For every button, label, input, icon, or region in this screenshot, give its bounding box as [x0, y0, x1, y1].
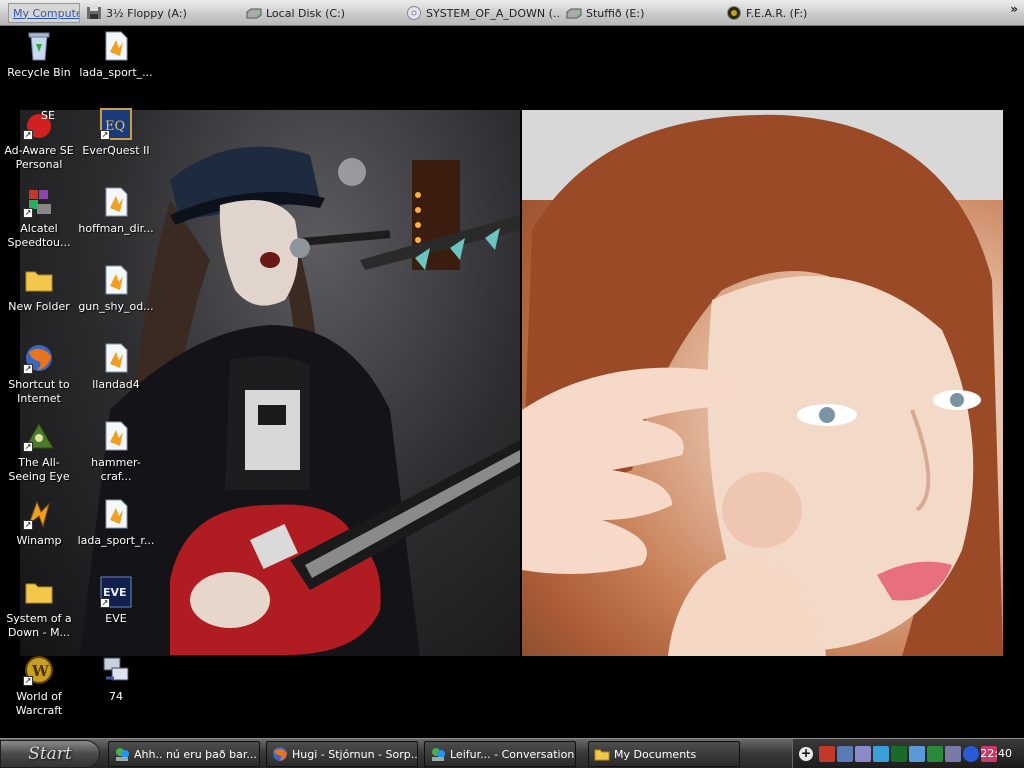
desktop-icon-system-of-a-down[interactable]: System of a Down - M... [0, 576, 78, 640]
recycle-bin-icon [23, 30, 55, 62]
shortcut-arrow-icon: ↗ [23, 130, 33, 140]
speedtouch-icon[interactable] [909, 746, 925, 762]
desktop-icon-hoffman[interactable]: hoffman_dir... [77, 186, 155, 236]
desktop-icon-recycle-bin[interactable]: Recycle Bin [0, 30, 78, 80]
media-file-icon [100, 186, 132, 218]
firefox-icon: ↗ [23, 342, 55, 374]
task-label: Hugi - Stjórnun - Sorp... [292, 747, 418, 761]
clock[interactable]: 22:40 [980, 747, 1012, 760]
shortcut-arrow-icon: ↗ [23, 442, 33, 452]
task-label: My Documents [614, 747, 697, 761]
tray-expand-button[interactable]: + [799, 747, 813, 761]
volume-icon[interactable] [855, 746, 871, 762]
taskbar-button-msn-1[interactable]: Ahh.. nú eru það bar... [108, 741, 260, 767]
folder-icon [23, 576, 55, 608]
warcraft-icon: W ↗ [23, 654, 55, 686]
taskbar-button-firefox[interactable]: Hugi - Stjórnun - Sorp... [266, 741, 418, 767]
drive-item-label: F.E.A.R. (F:) [746, 6, 808, 20]
drive-item-label: SYSTEM_OF_A_DOWN (... [426, 6, 561, 20]
media-file-icon [100, 420, 132, 452]
drive-item-label: 3½ Floppy (A:) [106, 6, 187, 20]
winamp-icon: ↗ [23, 498, 55, 530]
desktop-icon-world-of-warcraft[interactable]: W ↗ World of Warcraft [0, 654, 78, 718]
wallpaper-right-photo [522, 110, 1003, 656]
taskbar-button-my-documents[interactable]: My Documents [588, 741, 740, 767]
drive-item-cd[interactable]: SYSTEM_OF_A_DOWN (... [406, 3, 561, 23]
ad-aware-icon: SE ↗ [23, 108, 55, 140]
msn-icon [430, 746, 446, 762]
shortcut-arrow-icon: ↗ [23, 364, 33, 374]
drive-toolbar: My Computer 3½ Floppy (A:) Local Disk (C… [0, 0, 1024, 26]
folder-icon [23, 264, 55, 296]
svg-text:SE: SE [41, 109, 55, 122]
desktop-icon-new-folder[interactable]: New Folder [0, 264, 78, 314]
drive-item-stuffid[interactable]: Stuffið (E:) [566, 3, 716, 23]
folder-icon [594, 746, 610, 762]
shortcut-arrow-icon: ↗ [23, 520, 33, 530]
system-tray: + 22:40 [792, 739, 1024, 768]
security-icon[interactable] [927, 746, 943, 762]
hard-disk-icon [246, 6, 262, 20]
desktop-icon-hammer-craft[interactable]: hammer-craf... [77, 420, 155, 484]
msn-icon [114, 746, 130, 762]
network-icon[interactable] [837, 746, 853, 762]
svg-text:W: W [31, 662, 50, 680]
everquest-icon: EQ ↗ [100, 108, 132, 140]
more-drives-chevron-icon[interactable]: » [1010, 2, 1018, 16]
tool-icon[interactable] [945, 746, 961, 762]
taskbar-button-conversation[interactable]: Leifur... - Conversation [424, 741, 576, 767]
desktop-icon-74[interactable]: 74 [77, 654, 155, 704]
desktop-icon-everquest[interactable]: EQ ↗ EverQuest II [77, 108, 155, 158]
media-file-icon [100, 264, 132, 296]
desktop-icon-lada-sport-2[interactable]: lada_sport_r... [77, 498, 155, 548]
all-seeing-eye-icon: ↗ [23, 420, 55, 452]
fear-disc-icon [726, 6, 742, 20]
start-button[interactable]: Start [0, 740, 100, 768]
alcatel-icon: ↗ [23, 186, 55, 218]
firefox-icon [272, 746, 288, 762]
drive-item-label: My Computer [13, 6, 80, 20]
msn-tray-icon[interactable] [873, 746, 889, 762]
media-file-icon [100, 342, 132, 374]
drive-item-local-disk[interactable]: Local Disk (C:) [246, 3, 396, 23]
cd-icon [406, 6, 422, 20]
shortcut-arrow-icon: ↗ [100, 130, 110, 140]
shortcut-arrow-icon: ↗ [100, 598, 110, 608]
task-label: Ahh.. nú eru það bar... [134, 747, 257, 761]
desktop-icon-winamp[interactable]: ↗ Winamp [0, 498, 78, 548]
task-label: Leifur... - Conversation [450, 747, 575, 761]
desktop-icon-llandad4[interactable]: llandad4 [77, 342, 155, 392]
desktop-icon-alcatel[interactable]: ↗ Alcatel Speedtou... [0, 186, 78, 250]
media-file-icon [100, 30, 132, 62]
info-icon[interactable] [963, 746, 979, 762]
eve-icon: EVE ↗ [100, 576, 132, 608]
ati-icon[interactable] [819, 746, 835, 762]
drive-item-fear[interactable]: F.E.A.R. (F:) [726, 3, 876, 23]
drive-item-my-computer[interactable]: My Computer [8, 3, 80, 23]
hard-disk-icon [566, 6, 582, 20]
desktop-icon-lada-sport-1[interactable]: lada_sport_... [77, 30, 155, 80]
drive-item-floppy[interactable]: 3½ Floppy (A:) [86, 3, 236, 23]
drive-item-label: Local Disk (C:) [266, 6, 346, 20]
network-app-icon [100, 654, 132, 686]
desktop-icon-shortcut-to-internet[interactable]: ↗ Shortcut to Internet [0, 342, 78, 406]
wallpaper-right-illustration [522, 110, 1003, 656]
monitor-icon[interactable] [891, 746, 907, 762]
desktop-icon-gun-shy[interactable]: gun_shy_od... [77, 264, 155, 314]
desktop-icon-all-seeing-eye[interactable]: ↗ The All-Seeing Eye [0, 420, 78, 484]
shortcut-arrow-icon: ↗ [23, 676, 33, 686]
desktop-icon-eve[interactable]: EVE ↗ EVE [77, 576, 155, 626]
taskbar: Start Ahh.. nú eru það bar... Hugi - Stj… [0, 738, 1024, 768]
floppy-icon [86, 6, 102, 20]
shortcut-arrow-icon: ↗ [23, 208, 33, 218]
media-file-icon [100, 498, 132, 530]
desktop-icon-ad-aware[interactable]: SE ↗ Ad-Aware SE Personal [0, 108, 78, 172]
drive-item-label: Stuffið (E:) [586, 6, 645, 20]
